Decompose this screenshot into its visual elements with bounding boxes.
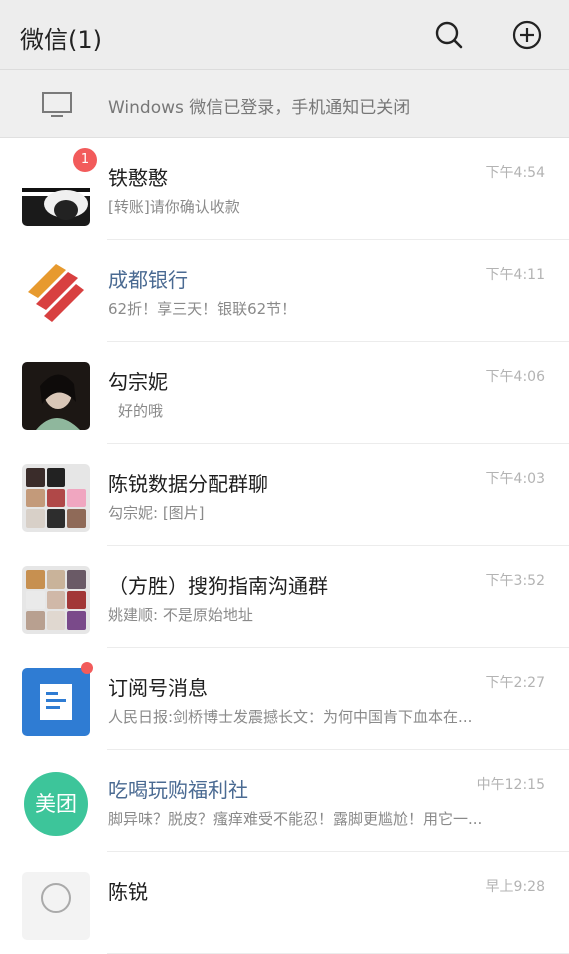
chat-preview: 勾宗妮: [图片] (108, 504, 205, 522)
chat-time: 下午4:54 (485, 165, 545, 181)
chat-time: 早上9:28 (485, 879, 545, 895)
avatar (22, 362, 90, 430)
meituan-logo: 美团 (24, 772, 88, 836)
chat-name: （方胜）搜狗指南沟通群 (108, 574, 328, 598)
chat-time: 下午4:11 (485, 267, 545, 283)
add-icon[interactable] (510, 18, 544, 52)
chat-time: 下午4:03 (485, 471, 545, 487)
group-avatar (22, 566, 90, 634)
chat-preview: 好的哦 (118, 402, 164, 420)
chat-time: 中午12:15 (476, 777, 545, 793)
notice-text: Windows 微信已登录，手机通知已关闭 (108, 98, 411, 118)
chat-item[interactable]: 勾宗妮 好的哦 下午4:06 (0, 342, 569, 444)
chat-name: 铁憨憨 (108, 166, 168, 190)
search-icon[interactable] (432, 18, 466, 52)
chat-name: 吃喝玩购福利社 (108, 778, 248, 802)
chat-time: 下午3:52 (485, 573, 545, 589)
subscription-icon (22, 668, 90, 736)
chat-item[interactable]: 陈锐数据分配群聊 勾宗妮: [图片] 下午4:03 (0, 444, 569, 546)
bank-logo-icon (22, 260, 90, 328)
page-title: 微信(1) (20, 26, 102, 54)
group-avatar (22, 464, 90, 532)
chat-preview: 人民日报:剑桥博士发震撼长文：为何中国肯下血本在... (108, 708, 473, 726)
chat-item[interactable]: 陈锐 早上9:28 (0, 852, 569, 954)
chat-item[interactable]: （方胜）搜狗指南沟通群 姚建顺: 不是原始地址 下午3:52 (0, 546, 569, 648)
chat-name: 成都银行 (108, 268, 188, 292)
avatar-text: 美团 (35, 792, 77, 816)
chat-preview: 62折！享三天！银联62节！ (108, 300, 297, 318)
top-bar: 微信(1) (0, 0, 569, 70)
chat-item[interactable]: 美团 吃喝玩购福利社 脚异味？脱皮？瘙痒难受不能忍！露脚更尴尬！用它一... 中… (0, 750, 569, 852)
unread-badge: 1 (73, 148, 97, 172)
chat-item[interactable]: 成都银行 62折！享三天！银联62节！ 下午4:11 (0, 240, 569, 342)
chat-name: 陈锐数据分配群聊 (108, 472, 268, 496)
chat-preview: 脚异味？脱皮？瘙痒难受不能忍！露脚更尴尬！用它一... (108, 810, 483, 828)
chat-time: 下午2:27 (485, 675, 545, 691)
chat-name: 订阅号消息 (108, 676, 208, 700)
computer-icon (42, 92, 72, 117)
unread-dot (81, 662, 93, 674)
chat-item[interactable]: 订阅号消息 人民日报:剑桥博士发震撼长文：为何中国肯下血本在... 下午2:27 (0, 648, 569, 750)
chat-name: 勾宗妮 (108, 370, 168, 394)
avatar (22, 872, 90, 940)
chat-name: 陈锐 (108, 880, 148, 904)
chat-item[interactable]: 1 铁憨憨 [转账]请你确认收款 下午4:54 (0, 138, 569, 240)
chat-time: 下午4:06 (485, 369, 545, 385)
desktop-login-notice[interactable]: Windows 微信已登录，手机通知已关闭 (0, 70, 569, 138)
chat-preview: [转账]请你确认收款 (108, 198, 240, 216)
chat-preview: 姚建顺: 不是原始地址 (108, 606, 253, 624)
